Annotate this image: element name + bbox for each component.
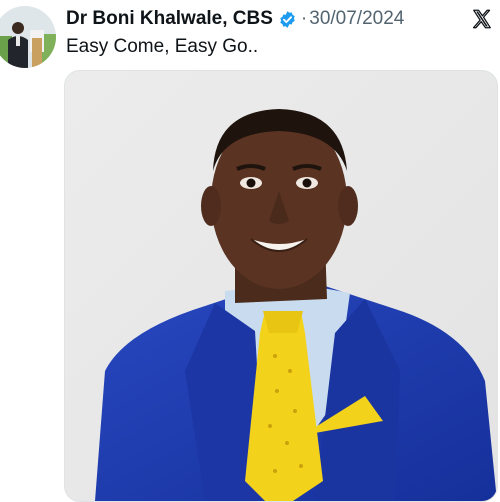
header-separator: · [300,8,308,29]
tweet-image[interactable] [64,70,498,502]
tweet-date[interactable]: 30/07/2024 [309,8,404,30]
tweet-header: Dr Boni Khalwale, CBS · 30/07/2024 [66,5,404,33]
x-logo-icon[interactable] [471,8,493,30]
verified-badge-icon [278,10,297,29]
author-name[interactable]: Dr Boni Khalwale, CBS [66,8,273,30]
tweet-text: Easy Come, Easy Go.. [66,36,259,57]
author-avatar[interactable] [0,6,56,68]
